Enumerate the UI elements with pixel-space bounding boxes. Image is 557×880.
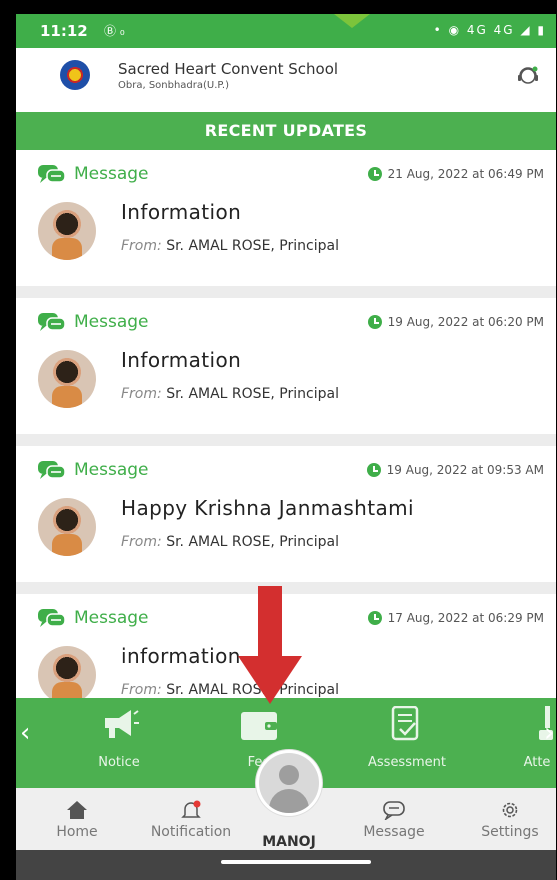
message-date-text: 19 Aug, 2022 at 06:20 PM [387,315,544,329]
message-date: 19 Aug, 2022 at 09:53 AM [366,463,544,477]
clock-icon [367,315,382,329]
sender-avatar [38,350,96,408]
status-left-icons: Ⓑ ₀ [104,24,125,38]
message-sender: From: Sr. AMAL ROSE, Principal [121,682,339,698]
message-type-tag: Message [38,312,149,332]
section-title: RECENT UPDATES [16,112,556,150]
home-icon [67,801,87,819]
app-header: Sacred Heart Convent School Obra, Sonbha… [16,48,556,113]
from-value: Sr. AMAL ROSE, Principal [166,386,339,402]
from-value: Sr. AMAL ROSE, Principal [166,534,339,550]
message-type-tag: Message [38,608,149,628]
message-date-text: 19 Aug, 2022 at 09:53 AM [386,463,544,477]
from-value: Sr. AMAL ROSE, Principal [166,238,339,254]
clock-icon [366,463,381,477]
sender-avatar [38,202,96,260]
message-subject: Information [121,200,242,224]
chat-bubble-icon [38,165,66,183]
message-type-label: Message [74,608,149,628]
feature-label: Notice [98,755,140,770]
avatar-body [269,789,309,813]
message-date-text: 21 Aug, 2022 at 06:49 PM [387,167,544,181]
from-label: From: [121,386,162,402]
message-card[interactable]: Message 19 Aug, 2022 at 06:20 PM Informa… [16,298,556,434]
message-date-text: 17 Aug, 2022 at 06:29 PM [387,611,544,625]
chat-bubble-icon [38,609,66,627]
nav-label: Message [363,824,425,840]
sender-avatar [38,498,96,556]
status-bar: 11:12 Ⓑ ₀ • ◉ 4G 4G ◢ ▮ [16,14,556,48]
clock-icon [367,167,382,181]
system-gesture-bar [16,850,556,880]
wallet-icon [241,712,277,740]
feature-label: Atte [523,755,551,770]
from-label: From: [121,238,162,254]
feature-assessment[interactable]: Assessment [352,698,462,788]
red-down-arrow-annotation [238,586,302,704]
profile-avatar-button[interactable] [256,750,322,816]
message-type-tag: Message [38,164,149,184]
feature-notice[interactable]: Notice [64,698,174,788]
profile-name[interactable]: MANOJ [254,834,324,850]
carousel-next-button[interactable]: › [544,718,554,748]
message-type-tag: Message [38,460,149,480]
from-label: From: [121,534,162,550]
status-right-icons: • ◉ 4G 4G ◢ ▮ [433,23,546,37]
school-logo-icon [60,60,90,90]
nav-message[interactable]: Message [354,788,434,850]
school-name: Sacred Heart Convent School [118,60,339,78]
nav-label: Settings [481,824,539,840]
nav-label: Home [56,824,98,840]
message-type-label: Message [74,460,149,480]
clock-icon [367,611,382,625]
app-screen: 11:12 Ⓑ ₀ • ◉ 4G 4G ◢ ▮ Sacred Heart Con… [16,14,556,880]
nav-settings[interactable]: Settings [470,788,550,850]
message-subject: information [121,644,241,668]
from-label: From: [121,682,162,698]
chat-bubble-icon [38,313,66,331]
message-type-label: Message [74,164,149,184]
message-card[interactable]: Message 19 Aug, 2022 at 09:53 AM Happy K… [16,446,556,582]
message-subject: Happy Krishna Janmashtami [121,496,414,520]
message-type-label: Message [74,312,149,332]
support-agent-icon[interactable] [516,64,540,88]
message-sender: From: Sr. AMAL ROSE, Principal [121,386,339,402]
message-subject: Information [121,348,242,372]
gear-icon [502,802,518,818]
nav-home[interactable]: Home [46,788,108,850]
checklist-icon [391,706,419,741]
chat-icon [383,801,405,820]
message-date: 21 Aug, 2022 at 06:49 PM [367,167,544,181]
avatar [259,753,319,813]
chat-bubble-icon [38,461,66,479]
feature-label: Assessment [368,755,446,770]
message-sender: From: Sr. AMAL ROSE, Principal [121,238,339,254]
message-card[interactable]: Message 21 Aug, 2022 at 06:49 PM Informa… [16,150,556,286]
sender-avatar [38,646,96,698]
nav-notification[interactable]: Notification [142,788,240,850]
message-sender: From: Sr. AMAL ROSE, Principal [121,534,339,550]
status-time: 11:12 [40,22,88,40]
nav-label: Notification [150,824,232,840]
message-date: 19 Aug, 2022 at 06:20 PM [367,315,544,329]
carousel-prev-button[interactable]: ‹ [20,718,30,748]
home-gesture-handle[interactable] [221,860,371,864]
message-date: 17 Aug, 2022 at 06:29 PM [367,611,544,625]
bell-icon [181,800,201,818]
avatar-head [279,765,299,785]
megaphone-icon [105,710,139,738]
school-location: Obra, Sonbhadra(U.P.) [118,80,229,91]
top-indicator-arrow [334,14,370,28]
